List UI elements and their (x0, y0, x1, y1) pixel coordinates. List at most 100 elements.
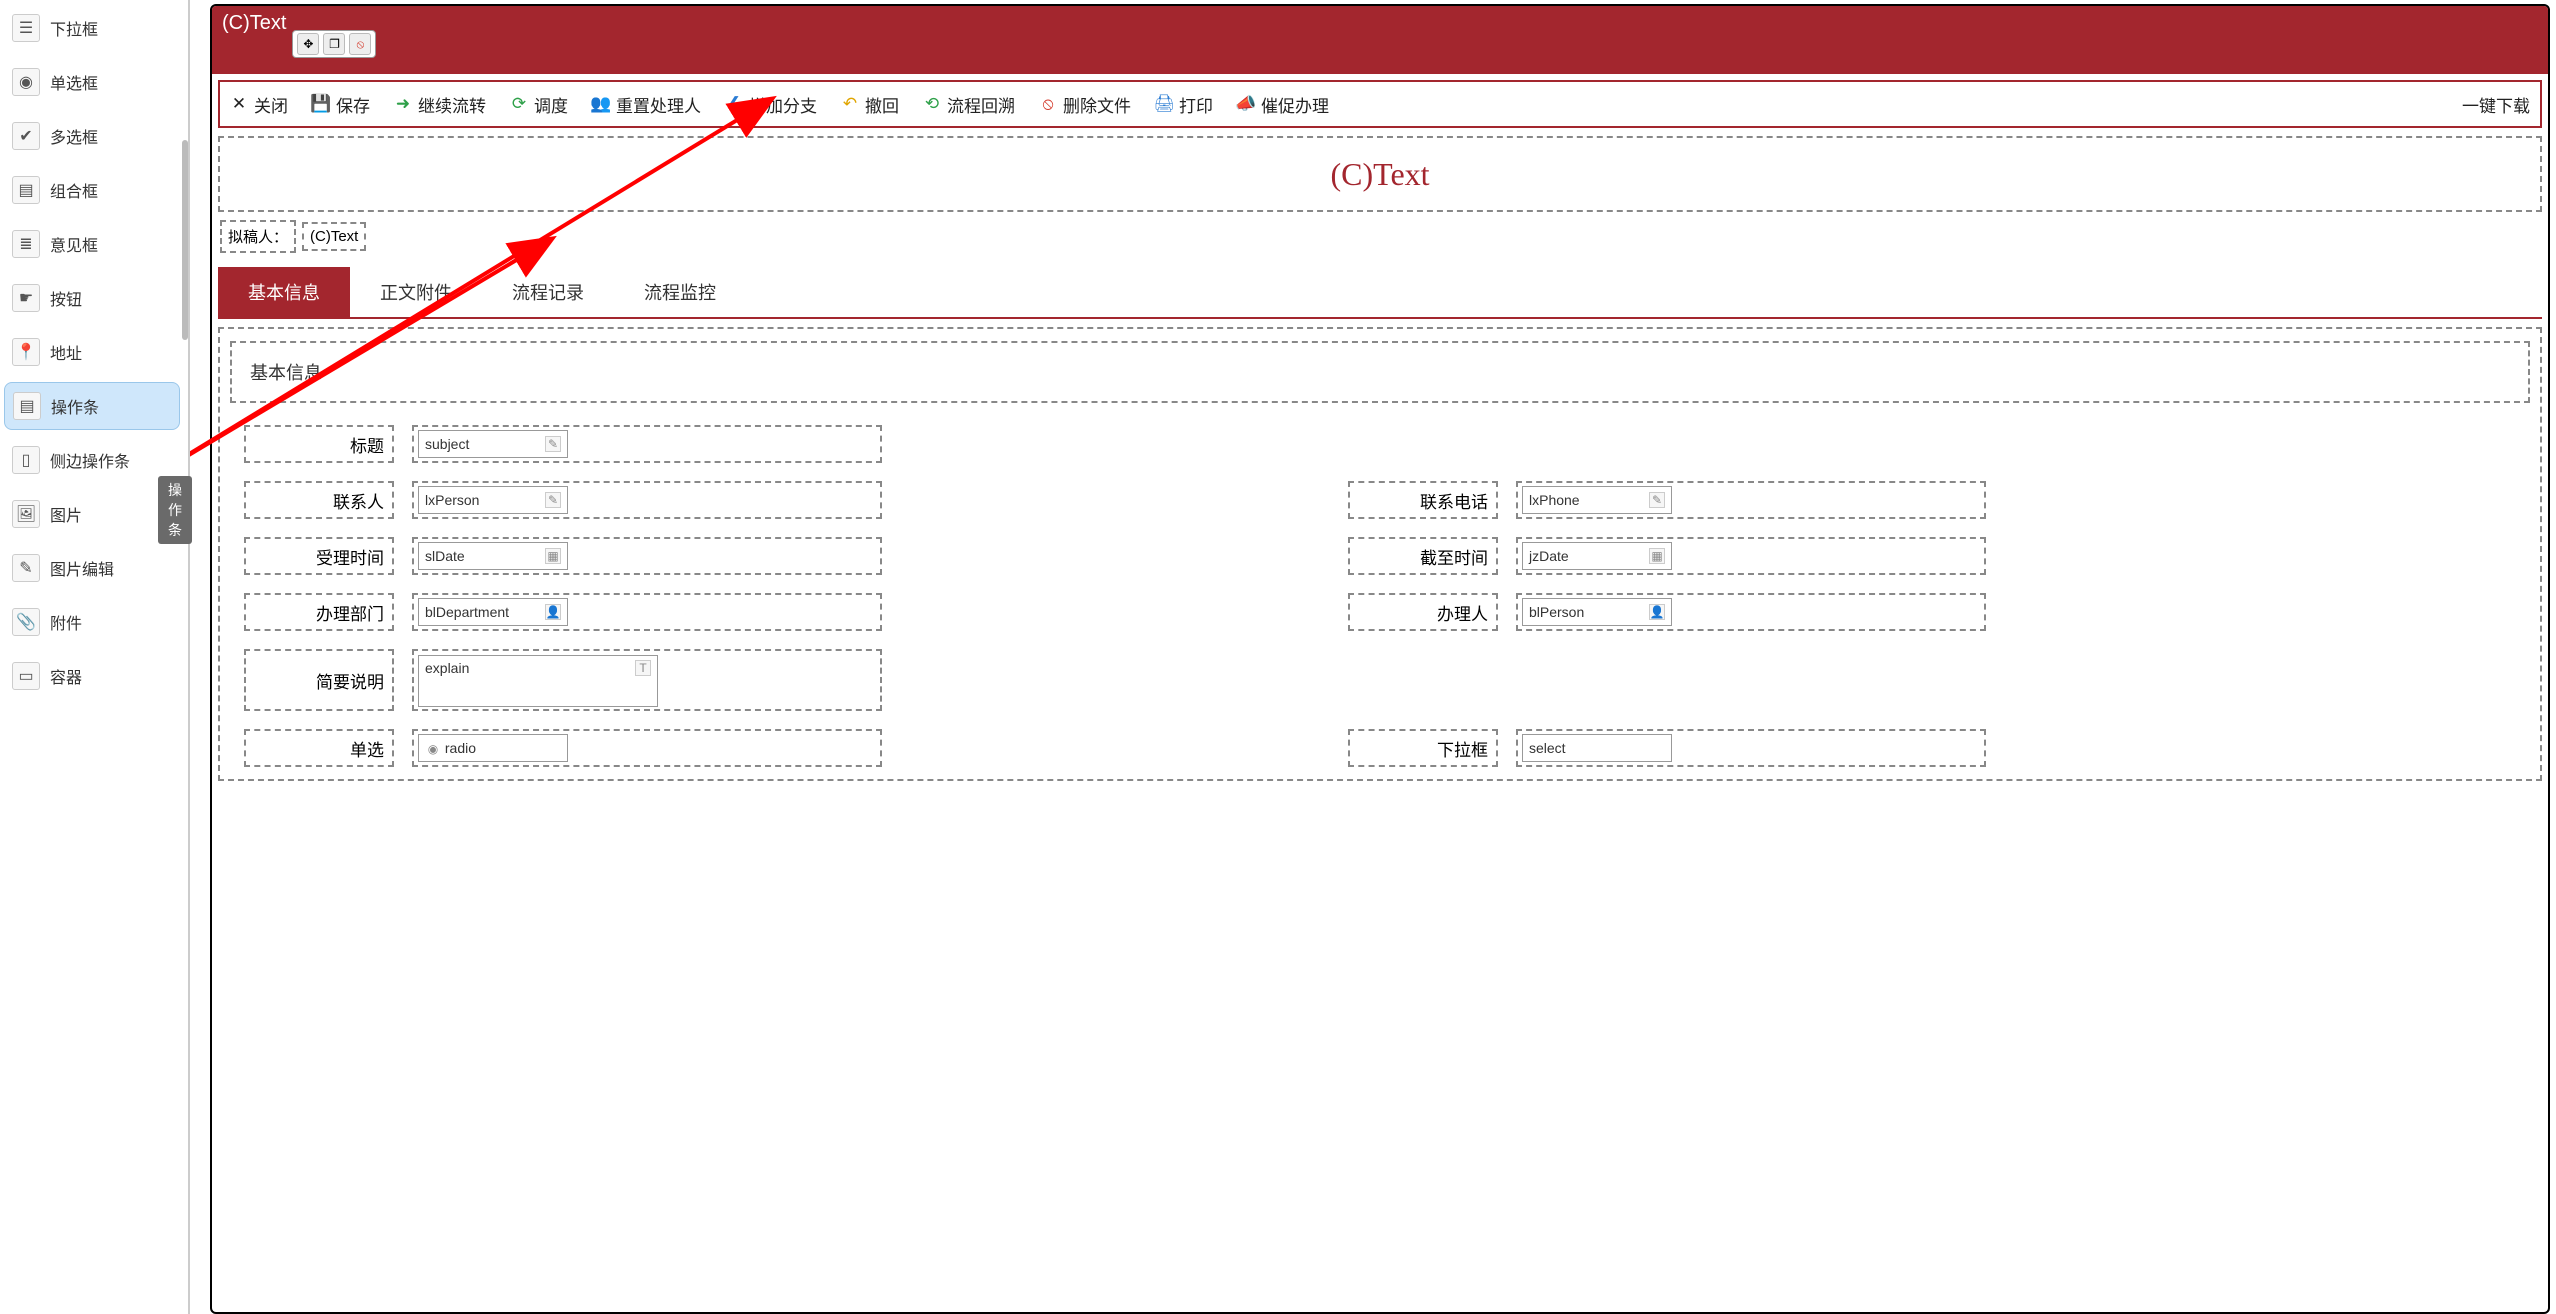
tab-flow-record[interactable]: 流程记录 (482, 267, 614, 317)
sidebar-item-combobox[interactable]: ▤ 组合框 (4, 166, 180, 214)
sidebar-item-radio[interactable]: ◉ 单选框 (4, 58, 180, 106)
container-icon: ▭ (12, 662, 40, 690)
add-branch-button[interactable]: ❮增加分支 (725, 88, 817, 120)
opinion-icon: ≣ (12, 230, 40, 258)
section-title-wrap[interactable]: 基本信息 (230, 341, 2530, 403)
field-contact[interactable]: lxPerson✎ (412, 481, 882, 519)
sidebar-item-actionbar[interactable]: ▤ 操作条 (4, 382, 180, 430)
drafter-row: 拟稿人： (C)Text (220, 220, 2548, 253)
sidebar-item-button[interactable]: ☛ 按钮 (4, 274, 180, 322)
tab-basic-info[interactable]: 基本信息 (218, 267, 350, 317)
redband-text: (C)Text (222, 12, 286, 35)
sidebar-item-image[interactable]: 🖼 图片 (4, 490, 180, 538)
field-deadline[interactable]: jzDate▦ (1516, 537, 1986, 575)
label-department[interactable]: 办理部门 (244, 593, 394, 631)
users-icon: 👥 (592, 95, 610, 113)
label-text: 截至时间 (1420, 544, 1488, 569)
title-block[interactable]: (C)Text (218, 136, 2542, 212)
flow-backtrack-button[interactable]: ⟲流程回溯 (923, 88, 1015, 120)
download-all-button[interactable]: 一键下载 (2462, 88, 2530, 120)
field-department[interactable]: blDepartment 👤 (412, 593, 882, 631)
sidebar-item-container[interactable]: ▭ 容器 (4, 652, 180, 700)
sidebar-item-label: 意见框 (50, 232, 98, 256)
field-value: radio (445, 740, 476, 756)
sidebar-item-checkbox[interactable]: ✔ 多选框 (4, 112, 180, 160)
delete-icon[interactable]: ⦸ (349, 33, 371, 55)
close-icon: ✕ (230, 95, 248, 113)
field-handler[interactable]: blPerson👤 (1516, 593, 1986, 631)
field-value: jzDate (1529, 548, 1569, 564)
tb-label: 打印 (1179, 92, 1213, 117)
tab-flow-monitor[interactable]: 流程监控 (614, 267, 746, 317)
sidebar-item-label: 附件 (50, 610, 82, 634)
tb-label: 撤回 (865, 92, 899, 117)
image-edit-icon: ✎ (12, 554, 40, 582)
reset-handler-button[interactable]: 👥 重置处理人 (592, 88, 701, 120)
sidebar-item-label: 操作条 (51, 394, 99, 418)
field-radio[interactable]: ◉ radio (412, 729, 882, 767)
sidebar-item-opinion[interactable]: ≣ 意见框 (4, 220, 180, 268)
label-phone[interactable]: 联系电话 (1348, 481, 1498, 519)
drafter-label[interactable]: 拟稿人： (220, 220, 296, 253)
label-text: 办理部门 (316, 600, 384, 625)
label-radio[interactable]: 单选 (244, 729, 394, 767)
print-button[interactable]: 🖨打印 (1155, 88, 1213, 120)
save-button[interactable]: 💾保存 (312, 88, 370, 120)
label-text: 联系人 (333, 488, 384, 513)
sidebar-item-image-edit[interactable]: ✎ 图片编辑 (4, 544, 180, 592)
label-accept-date[interactable]: 受理时间 (244, 537, 394, 575)
recall-button[interactable]: ↶撤回 (841, 88, 899, 120)
label-text: 受理时间 (316, 544, 384, 569)
sidebar-item-attachment[interactable]: 📎 附件 (4, 598, 180, 646)
label-handler[interactable]: 办理人 (1348, 593, 1498, 631)
field-phone[interactable]: lxPhone✎ (1516, 481, 1986, 519)
urge-button[interactable]: 📣催促办理 (1237, 88, 1329, 120)
drafter-value[interactable]: (C)Text (302, 222, 366, 251)
tb-label: 一键下载 (2462, 92, 2530, 117)
copy-icon[interactable]: ❐ (323, 33, 345, 55)
backtrack-icon: ⟲ (923, 95, 941, 113)
tb-label: 删除文件 (1063, 92, 1131, 117)
calendar-icon: ▦ (545, 548, 561, 564)
side-actionbar-icon: ▯ (12, 446, 40, 474)
move-handle-icon[interactable]: ✥ (297, 33, 319, 55)
sidebar-item-address[interactable]: 📍 地址 (4, 328, 180, 376)
label-text: 单选 (350, 736, 384, 761)
tb-label: 重置处理人 (616, 92, 701, 117)
field-select[interactable]: select (1516, 729, 1986, 767)
checkbox-icon: ✔ (12, 122, 40, 150)
action-toolbar[interactable]: ✕关闭 💾保存 ➜继续流转 ⟳调度 👥 重置处理人 ❮增加分支 ↶撤回 ⟲流程回溯… (218, 80, 2542, 128)
label-text: 标题 (350, 432, 384, 457)
sidebar-item-side-actionbar[interactable]: ▯ 侧边操作条 (4, 436, 180, 484)
form-designer-canvas: (C)Text ✥ ❐ ⦸ ✕关闭 💾保存 ➜继续流转 ⟳调度 👥 重置处理人 ❮… (190, 0, 2556, 1314)
person-icon: 👤 (545, 604, 561, 620)
sidebar-item-label: 多选框 (50, 124, 98, 148)
section-title: 基本信息 (250, 363, 322, 383)
tab-body-attachment[interactable]: 正文附件 (350, 267, 482, 317)
sidebar-item-dropdown[interactable]: ☰ 下拉框 (4, 4, 180, 52)
sidebar-item-label: 侧边操作条 (50, 448, 130, 472)
label-explain[interactable]: 简要说明 (244, 649, 394, 711)
delete-file-icon: ⦸ (1039, 95, 1057, 113)
delete-file-button[interactable]: ⦸ 删除文件 (1039, 88, 1131, 120)
close-button[interactable]: ✕关闭 (230, 88, 288, 120)
header-redband[interactable]: (C)Text ✥ ❐ ⦸ (212, 6, 2548, 74)
field-subject[interactable]: subject✎ (412, 425, 882, 463)
tooltip: 操作条 (158, 476, 192, 544)
label-deadline[interactable]: 截至时间 (1348, 537, 1498, 575)
label-select[interactable]: 下拉框 (1348, 729, 1498, 767)
field-accept-date[interactable]: slDate▦ (412, 537, 882, 575)
tb-label: 调度 (534, 92, 568, 117)
field-value: blDepartment (425, 604, 509, 620)
tb-label: 催促办理 (1261, 92, 1329, 117)
label-text: 下拉框 (1437, 736, 1488, 761)
field-value: lxPhone (1529, 492, 1580, 508)
dispatch-button[interactable]: ⟳调度 (510, 88, 568, 120)
label-contact[interactable]: 联系人 (244, 481, 394, 519)
attachment-icon: 📎 (12, 608, 40, 636)
radio-dot-icon: ◉ (425, 741, 441, 757)
field-explain[interactable]: explainT (412, 649, 882, 711)
label-subject[interactable]: 标题 (244, 425, 394, 463)
continue-flow-button[interactable]: ➜继续流转 (394, 88, 486, 120)
tab-body[interactable]: 基本信息 标题 subject✎ 联系人 lxPerson✎ 联系电话 (218, 327, 2542, 781)
